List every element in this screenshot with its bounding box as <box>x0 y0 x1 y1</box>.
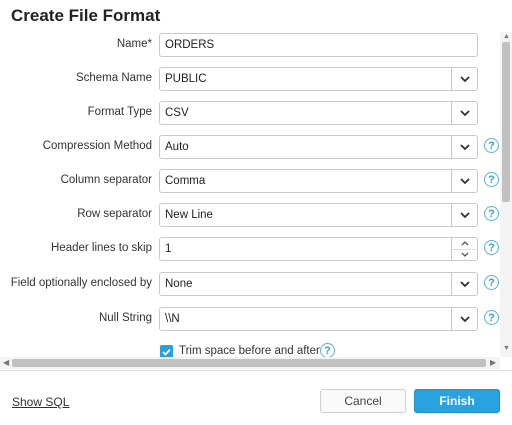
chevron-down-icon <box>459 211 470 218</box>
compression-method-label: Compression Method <box>42 140 152 152</box>
trim-space-checkbox[interactable] <box>160 345 173 357</box>
row-schema-name: Schema Name PUBLIC <box>0 67 500 93</box>
schema-name-value: PUBLIC <box>165 73 207 85</box>
scroll-right-arrow-icon[interactable]: ▶ <box>490 358 496 367</box>
compression-method-help-icon[interactable]: ? <box>484 138 499 153</box>
compression-method-select[interactable]: Auto <box>159 135 478 159</box>
compression-method-value: Auto <box>165 141 189 153</box>
chevron-down-icon <box>461 252 468 257</box>
scroll-left-arrow-icon[interactable]: ◀ <box>3 358 9 367</box>
chevron-down-icon <box>459 109 470 116</box>
schema-name-label: Schema Name <box>75 72 152 84</box>
header-lines-help-icon[interactable]: ? <box>484 240 499 255</box>
chevron-up-icon <box>461 241 468 246</box>
form-content: Name* ORDERS Schema Name PUBLIC Format T… <box>0 32 500 357</box>
row-name: Name* ORDERS <box>0 33 500 59</box>
row-null-string: Null String \\N ? <box>0 307 500 333</box>
row-separator-dropdown-button[interactable] <box>451 204 477 226</box>
chevron-down-icon <box>459 280 470 287</box>
column-separator-label: Column separator <box>60 174 152 186</box>
vertical-scrollbar[interactable]: ▲ ▼ <box>500 32 512 357</box>
format-type-select[interactable]: CSV <box>159 101 478 125</box>
finish-button[interactable]: Finish <box>414 389 500 413</box>
scroll-up-arrow-icon[interactable]: ▲ <box>503 33 510 40</box>
schema-name-dropdown-button[interactable] <box>451 68 477 90</box>
name-input[interactable]: ORDERS <box>159 33 478 57</box>
format-type-value: CSV <box>165 107 189 119</box>
column-separator-help-icon[interactable]: ? <box>484 172 499 187</box>
field-enclosed-help-icon[interactable]: ? <box>484 275 499 290</box>
format-type-label: Format Type <box>87 106 152 118</box>
null-string-value: \\N <box>165 313 180 325</box>
vertical-scroll-thumb[interactable] <box>502 42 510 202</box>
trim-space-label: Trim space before and after <box>179 345 320 357</box>
chevron-down-icon <box>459 177 470 184</box>
row-field-enclosed: Field optionally enclosed by None ? <box>0 272 500 298</box>
row-separator-label: Row separator <box>77 208 152 220</box>
header-lines-spinner <box>451 238 477 260</box>
trim-space-help-icon[interactable]: ? <box>320 343 335 357</box>
chevron-down-icon <box>459 315 470 322</box>
row-separator-help-icon[interactable]: ? <box>484 206 499 221</box>
row-row-separator: Row separator New Line ? <box>0 203 500 229</box>
null-string-select[interactable]: \\N <box>159 307 478 331</box>
create-file-format-dialog: Create File Format Name* ORDERS Schema N… <box>0 0 512 425</box>
header-lines-value: 1 <box>165 243 172 255</box>
null-string-label: Null String <box>98 312 152 324</box>
row-column-separator: Column separator Comma ? <box>0 169 500 195</box>
field-enclosed-dropdown-button[interactable] <box>451 273 477 295</box>
row-header-lines: Header lines to skip 1 ? <box>0 237 500 263</box>
dialog-title: Create File Format <box>11 6 161 25</box>
horizontal-scrollbar[interactable]: ◀ ▶ <box>0 357 500 369</box>
horizontal-scroll-thumb[interactable] <box>12 359 486 367</box>
compression-method-dropdown-button[interactable] <box>451 136 477 158</box>
row-format-type: Format Type CSV <box>0 101 500 127</box>
show-sql-link[interactable]: Show SQL <box>12 395 69 409</box>
row-separator-select[interactable]: New Line <box>159 203 478 227</box>
chevron-down-icon <box>459 75 470 82</box>
scroll-down-arrow-icon[interactable]: ▼ <box>503 345 510 352</box>
field-enclosed-select[interactable]: None <box>159 272 478 296</box>
header-lines-label: Header lines to skip <box>51 242 152 254</box>
column-separator-value: Comma <box>165 175 206 187</box>
row-compression-method: Compression Method Auto ? <box>0 135 500 161</box>
null-string-help-icon[interactable]: ? <box>484 310 499 325</box>
chevron-down-icon <box>459 143 470 150</box>
cancel-button[interactable]: Cancel <box>320 389 406 413</box>
header-lines-stepper[interactable]: 1 <box>159 237 478 261</box>
footer-divider <box>0 370 512 371</box>
row-separator-value: New Line <box>165 209 213 221</box>
format-type-dropdown-button[interactable] <box>451 102 477 124</box>
field-enclosed-label: Field optionally enclosed by <box>10 277 152 289</box>
field-enclosed-value: None <box>165 278 193 290</box>
column-separator-dropdown-button[interactable] <box>451 170 477 192</box>
name-label: Name* <box>116 38 152 50</box>
column-separator-select[interactable]: Comma <box>159 169 478 193</box>
null-string-dropdown-button[interactable] <box>451 308 477 330</box>
name-value: ORDERS <box>165 39 215 51</box>
schema-name-select[interactable]: PUBLIC <box>159 67 478 91</box>
check-icon <box>162 348 171 356</box>
decrement-button[interactable] <box>452 249 477 260</box>
